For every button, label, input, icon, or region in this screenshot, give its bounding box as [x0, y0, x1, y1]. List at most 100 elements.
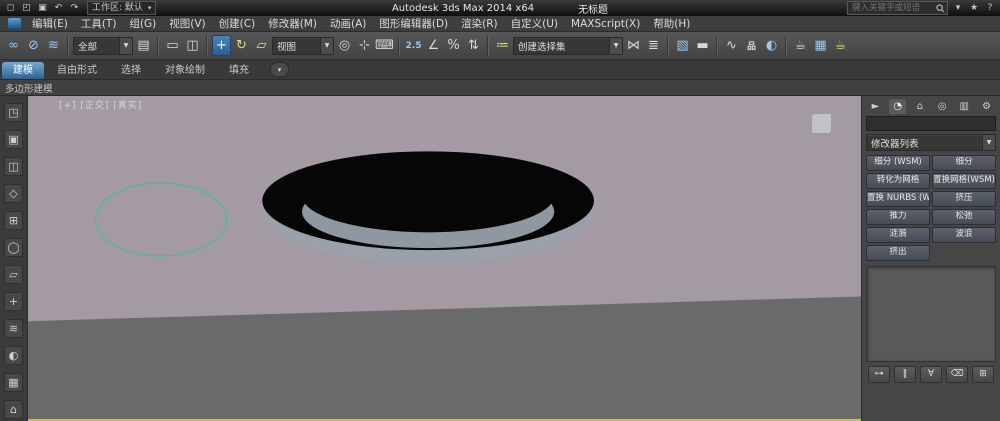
search-input[interactable]	[850, 2, 934, 14]
ribbon-toggle-icon[interactable]: ▬	[693, 35, 712, 56]
ribbon-minimize-button[interactable]: ▾	[270, 62, 289, 77]
modifier-button-subdivide[interactable]: 细分	[932, 155, 996, 171]
keyboard-shortcut-override-icon[interactable]: ⌨	[375, 35, 394, 56]
ribbon-vertical-icon-9[interactable]: ≋	[4, 319, 23, 338]
select-and-manipulate-icon[interactable]: ⊹	[355, 35, 374, 56]
new-scene-icon[interactable]: ◻	[4, 2, 17, 14]
save-file-icon[interactable]: ▣	[36, 2, 49, 14]
percent-snap-icon[interactable]: %	[444, 35, 463, 56]
create-tab-icon[interactable]: ►	[867, 99, 884, 114]
ribbon-vertical-icon-8[interactable]: +	[4, 292, 23, 311]
workspace-selector[interactable]: 工作区: 默认 ▾	[87, 1, 157, 15]
ribbon-vertical-icon-4[interactable]: ◇	[4, 184, 23, 203]
modifier-stack-list[interactable]	[866, 266, 996, 362]
select-and-scale-icon[interactable]: ▱	[252, 35, 271, 56]
rendered-frame-window-icon[interactable]: ▦	[811, 35, 830, 56]
configure-modifier-sets-icon[interactable]: ⊞	[972, 366, 994, 383]
undo-icon[interactable]: ↶	[52, 2, 65, 14]
tab-modeling[interactable]: 建模	[2, 62, 44, 79]
open-file-icon[interactable]: ◰	[20, 2, 33, 14]
selection-filter-dropdown[interactable]: 全部 ▼	[73, 36, 133, 55]
select-and-link-icon[interactable]: ∞	[4, 35, 23, 56]
modifier-button-displace-mesh-wsm[interactable]: 置换网格(WSM)	[932, 173, 996, 189]
edit-named-selection-sets-icon[interactable]: ≔	[493, 35, 512, 56]
chevron-down-icon[interactable]: ▼	[320, 37, 333, 54]
redo-icon[interactable]: ↷	[68, 2, 81, 14]
modifier-button-subdivide-wsm[interactable]: 细分 (WSM)	[866, 155, 930, 171]
infocenter-search[interactable]	[847, 1, 948, 15]
ribbon-vertical-icon-10[interactable]: ◐	[4, 346, 23, 365]
modifier-list-dropdown[interactable]: 修改器列表 ▼	[866, 134, 996, 151]
ribbon-vertical-icon-1[interactable]: ◳	[4, 103, 23, 122]
motion-tab-icon[interactable]: ◎	[934, 99, 951, 114]
modifier-button-displace-nurbs-wsm[interactable]: 置换 NURBS (WSM	[866, 191, 930, 207]
object-name-field[interactable]	[866, 116, 996, 131]
tab-object-paint[interactable]: 对象绘制	[154, 62, 216, 79]
viewport-scene[interactable]	[28, 96, 861, 421]
modifier-button-turn-to-mesh[interactable]: 转化为网格	[866, 173, 930, 189]
pin-stack-icon[interactable]: ⊶	[868, 366, 890, 383]
viewcube[interactable]	[812, 114, 834, 136]
use-pivot-point-center-icon[interactable]: ◎	[335, 35, 354, 56]
rectangular-selection-region-icon[interactable]: ▭	[163, 35, 182, 56]
select-by-name-icon[interactable]: ▤	[134, 35, 153, 56]
schematic-view-icon[interactable]: 品	[742, 35, 761, 56]
ribbon-vertical-icon-2[interactable]: ▣	[4, 130, 23, 149]
menu-help[interactable]: 帮助(H)	[653, 16, 690, 31]
menu-animation[interactable]: 动画(A)	[330, 16, 366, 31]
signin-chevron-icon[interactable]: ▾	[952, 3, 964, 13]
material-editor-icon[interactable]: ◐	[762, 35, 781, 56]
viewport[interactable]: [+] [正交] [真实]	[28, 96, 861, 421]
menu-views[interactable]: 视图(V)	[169, 16, 205, 31]
modifier-button-ripple[interactable]: 涟漪	[866, 227, 930, 243]
menu-modifiers[interactable]: 修改器(M)	[268, 16, 317, 31]
menu-group[interactable]: 组(G)	[129, 16, 156, 31]
layer-manager-icon[interactable]: ▧	[673, 35, 692, 56]
named-selection-sets-dropdown[interactable]: 创建选择集 ▼	[513, 36, 623, 55]
angle-snap-icon[interactable]: ∠	[424, 35, 443, 56]
mirror-icon[interactable]: ⋈	[624, 35, 643, 56]
modify-tab-icon[interactable]: ◔	[889, 99, 907, 114]
chevron-down-icon[interactable]: ▼	[982, 135, 995, 150]
select-and-rotate-icon[interactable]: ↻	[232, 35, 251, 56]
menu-tools[interactable]: 工具(T)	[81, 16, 117, 31]
make-unique-icon[interactable]: ∀	[920, 366, 942, 383]
tab-freeform[interactable]: 自由形式	[46, 62, 108, 79]
bind-to-spacewarp-icon[interactable]: ≋	[44, 35, 63, 56]
window-crossing-icon[interactable]: ◫	[183, 35, 202, 56]
chevron-down-icon[interactable]: ▼	[119, 37, 132, 54]
tab-populate[interactable]: 填充	[218, 62, 260, 79]
spinner-snap-icon[interactable]: ⇅	[464, 35, 483, 56]
reference-coordinate-dropdown[interactable]: 视图 ▼	[272, 36, 334, 55]
modifier-button-extrude[interactable]: 挤出	[866, 245, 930, 261]
ribbon-vertical-icon-3[interactable]: ◫	[4, 157, 23, 176]
menu-create[interactable]: 创建(C)	[219, 16, 256, 31]
menu-customize[interactable]: 自定义(U)	[511, 16, 558, 31]
modifier-button-relax[interactable]: 松弛	[932, 209, 996, 225]
search-icon[interactable]	[936, 3, 945, 13]
snaps-toggle-icon[interactable]: 2.5	[404, 35, 423, 56]
chevron-down-icon[interactable]: ▼	[609, 37, 622, 54]
remove-modifier-icon[interactable]: ⌫	[946, 366, 968, 383]
unlink-selection-icon[interactable]: ⊘	[24, 35, 43, 56]
modifier-button-push[interactable]: 推力	[866, 209, 930, 225]
polygon-modeling-panel-title[interactable]: 多边形建模	[5, 81, 53, 95]
render-production-icon[interactable]: ☕	[831, 35, 850, 56]
ribbon-vertical-icon-6[interactable]: ◯	[4, 238, 23, 257]
ribbon-vertical-icon-11[interactable]: ▦	[4, 373, 23, 392]
utilities-tab-icon[interactable]: ⚙	[978, 99, 995, 114]
curve-editor-icon[interactable]: ∿	[722, 35, 741, 56]
viewport-label[interactable]: [+] [正交] [真实]	[59, 98, 142, 111]
help-icon[interactable]: ?	[984, 3, 996, 13]
tab-selection[interactable]: 选择	[110, 62, 152, 79]
select-and-move-icon[interactable]: +	[212, 35, 231, 56]
application-menu-icon[interactable]	[8, 18, 21, 29]
display-tab-icon[interactable]: ▥	[956, 99, 973, 114]
menu-edit[interactable]: 编辑(E)	[32, 16, 68, 31]
hierarchy-tab-icon[interactable]: ⌂	[911, 99, 928, 114]
ribbon-vertical-icon-7[interactable]: ▱	[4, 265, 23, 284]
menu-rendering[interactable]: 渲染(R)	[461, 16, 498, 31]
ribbon-vertical-icon-5[interactable]: ⊞	[4, 211, 23, 230]
show-end-result-icon[interactable]: ‖	[894, 366, 916, 383]
torus-object[interactable]	[261, 151, 595, 264]
